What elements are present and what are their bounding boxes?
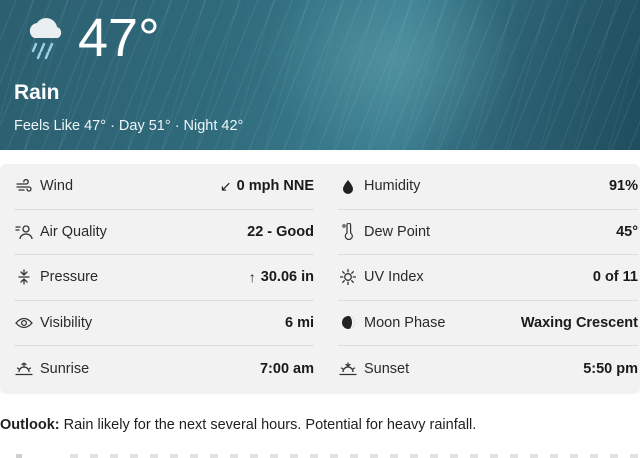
detail-value: 0 of 11 <box>592 269 638 286</box>
current-temperature: 47° <box>78 8 160 68</box>
detail-row-dew-point: Dew Point 45° <box>338 210 638 255</box>
detail-label: Sunset <box>364 360 410 377</box>
hero-glow <box>260 0 520 150</box>
detail-row-visibility: Visibility 6 mi <box>14 301 314 346</box>
sunrise-icon <box>14 359 34 379</box>
details-right-column: Humidity 91% Dew Point 45° UV Index 0 of… <box>338 164 638 392</box>
feels-like-summary: Feels Like 47° · Day 51° · Night 42° <box>14 118 244 134</box>
outlook-text: Outlook: Rain likely for the next severa… <box>0 417 476 433</box>
detail-value: 22 - Good <box>247 223 314 240</box>
detail-label: Wind <box>40 178 74 195</box>
detail-value: 7:00 am <box>259 360 314 377</box>
detail-row-uv-index: UV Index 0 of 11 <box>338 255 638 301</box>
sun-icon <box>338 267 358 287</box>
wind-icon <box>14 176 34 196</box>
condition-phrase: Rain <box>14 81 60 104</box>
rain-cloud-icon <box>29 18 62 60</box>
eye-icon <box>14 313 34 333</box>
pressure-trend-arrow: ↑ <box>248 269 256 286</box>
current-conditions-hero: 47° Rain Feels Like 47° · Day 51° · Nigh… <box>0 0 640 150</box>
detail-row-humidity: Humidity 91% <box>338 164 638 210</box>
detail-value: 6 mi <box>284 314 314 331</box>
detail-row-moon-phase: Moon Phase Waxing Crescent <box>338 301 638 346</box>
thermometer-icon <box>338 222 358 242</box>
detail-row-air-quality: Air Quality 22 - Good <box>14 210 314 255</box>
detail-label: Pressure <box>40 269 99 286</box>
wind-direction-arrow: ↙ <box>219 177 232 194</box>
pressure-icon <box>14 267 34 287</box>
detail-label: Humidity <box>364 178 421 195</box>
detail-value: ↙ 0 mph NNE <box>220 178 314 195</box>
outlook-label: Outlook: <box>0 417 60 433</box>
detail-value: ↑ 30.06 in <box>249 269 314 285</box>
detail-row-sunrise: Sunrise 7:00 am <box>14 346 314 392</box>
moon-icon <box>338 313 358 333</box>
detail-label: Air Quality <box>40 223 107 240</box>
detail-row-sunset: Sunset 5:50 pm <box>338 346 638 392</box>
sunset-icon <box>338 359 358 379</box>
forecast-chart-gridline <box>70 454 640 458</box>
detail-label: Visibility <box>40 314 93 331</box>
detail-label: Dew Point <box>364 223 431 240</box>
detail-label: UV Index <box>364 269 424 286</box>
detail-row-wind: Wind ↙ 0 mph NNE <box>14 164 314 210</box>
detail-label: Moon Phase <box>364 314 446 331</box>
detail-value: 5:50 pm <box>583 360 638 377</box>
detail-value: 45° <box>616 223 638 240</box>
chart-axis-tick <box>16 454 22 458</box>
pressure-value-text: 30.06 in <box>260 269 314 286</box>
air-quality-icon <box>14 222 34 242</box>
detail-row-pressure: Pressure ↑ 30.06 in <box>14 255 314 301</box>
details-left-column: Wind ↙ 0 mph NNE Air Quality 22 - Good Pr… <box>14 164 314 392</box>
detail-value: Waxing Crescent <box>520 314 638 331</box>
weather-details-panel: Wind ↙ 0 mph NNE Air Quality 22 - Good Pr… <box>0 164 640 394</box>
detail-label: Sunrise <box>40 360 90 377</box>
detail-value: 91% <box>608 178 638 195</box>
wind-value-text: 0 mph NNE <box>236 178 314 195</box>
outlook-description: Rain likely for the next several hours. … <box>59 417 477 433</box>
droplet-icon <box>338 176 358 196</box>
